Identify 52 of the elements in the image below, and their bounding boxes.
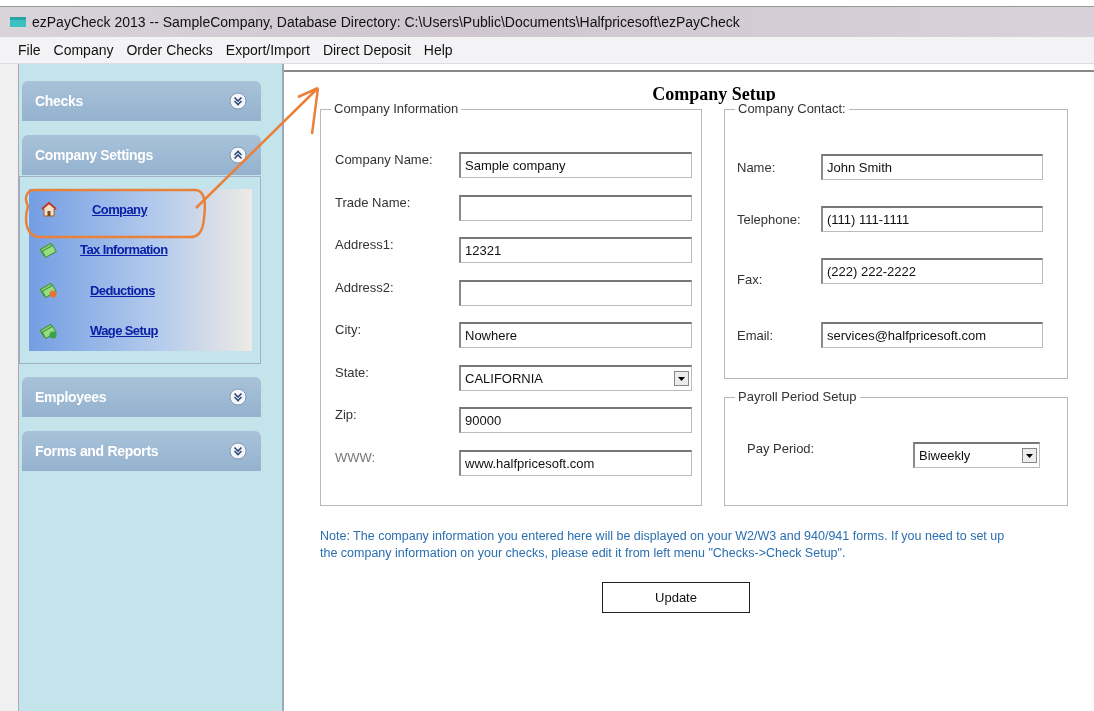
- text-field[interactable]: services@halfpricesoft.com: [821, 322, 1043, 348]
- dropdown[interactable]: Biweekly: [913, 442, 1040, 468]
- text-field[interactable]: Nowhere: [459, 322, 692, 348]
- field-label: Zip:: [335, 406, 358, 422]
- field-label: Email:: [737, 327, 775, 343]
- text-field[interactable]: www.halfpricesoft.com: [459, 449, 692, 476]
- menu-item[interactable]: Direct Deposit: [322, 42, 411, 58]
- field-label: Address1:: [335, 236, 395, 252]
- field-label: City:: [335, 321, 362, 337]
- field-label: Address2:: [335, 278, 395, 295]
- field-label: WWW:: [335, 448, 377, 465]
- sidebar-link[interactable]: Deductions: [90, 282, 155, 298]
- page-title: Company Setup: [651, 83, 777, 104]
- text-field[interactable]: 90000: [459, 407, 692, 433]
- menu-item[interactable]: Help: [423, 42, 453, 58]
- field-label: Company Name:: [335, 151, 434, 167]
- chevron-icon: [229, 388, 247, 406]
- field-label: Name:: [737, 159, 777, 175]
- dropdown[interactable]: CALIFORNIA: [459, 364, 692, 391]
- menu-item[interactable]: Company: [53, 42, 114, 58]
- money-icon: [40, 322, 58, 339]
- text-field[interactable]: (111) 111-1111: [821, 206, 1043, 232]
- menu-item[interactable]: File: [18, 42, 41, 58]
- text-field[interactable]: [459, 194, 692, 221]
- field-label: Telephone:: [737, 211, 802, 227]
- field-label: Pay Period:: [747, 440, 816, 456]
- group-title: Company Information: [331, 101, 462, 116]
- note-text: Note: The company information you entered here will be displayed on your W2/W3 and 940/941 forms. If you need to set up the company information on your checks, please edit it from left menu "Checks->Check Setup".: [320, 528, 1006, 562]
- window-title: ezPayCheck 2013 -- SampleCompany, Database Directory: C:\Users\Public\Documents\Halfpricesoft\ezPayCheck: [32, 14, 740, 30]
- sidebar-link[interactable]: Tax Information: [80, 242, 168, 258]
- group-title: Company Contact:: [735, 101, 849, 116]
- money-icon: [40, 282, 58, 299]
- text-field[interactable]: John Smith: [821, 154, 1043, 180]
- text-field[interactable]: [459, 279, 692, 306]
- money-icon: [40, 241, 58, 258]
- field-label: Trade Name:: [335, 193, 412, 210]
- group-title: Payroll Period Setup: [735, 389, 860, 404]
- sidebar-link[interactable]: Wage Setup: [90, 323, 158, 339]
- field-label: State:: [335, 363, 370, 380]
- update-button[interactable]: Update: [602, 582, 750, 613]
- text-field[interactable]: 12321: [459, 237, 692, 263]
- chevron-icon: [229, 92, 247, 110]
- menu-item[interactable]: Order Checks: [126, 42, 213, 58]
- house-icon: [40, 201, 58, 218]
- chevron-icon: [229, 146, 247, 164]
- chevron-icon: [229, 442, 247, 460]
- sidebar-link[interactable]: Company: [92, 201, 148, 217]
- text-field[interactable]: Sample company: [459, 152, 692, 178]
- field-label: Fax:: [737, 271, 764, 287]
- text-field[interactable]: (222) 222-2222: [821, 258, 1043, 284]
- app-icon: [10, 17, 26, 27]
- menu-item[interactable]: Export/Import: [225, 42, 310, 58]
